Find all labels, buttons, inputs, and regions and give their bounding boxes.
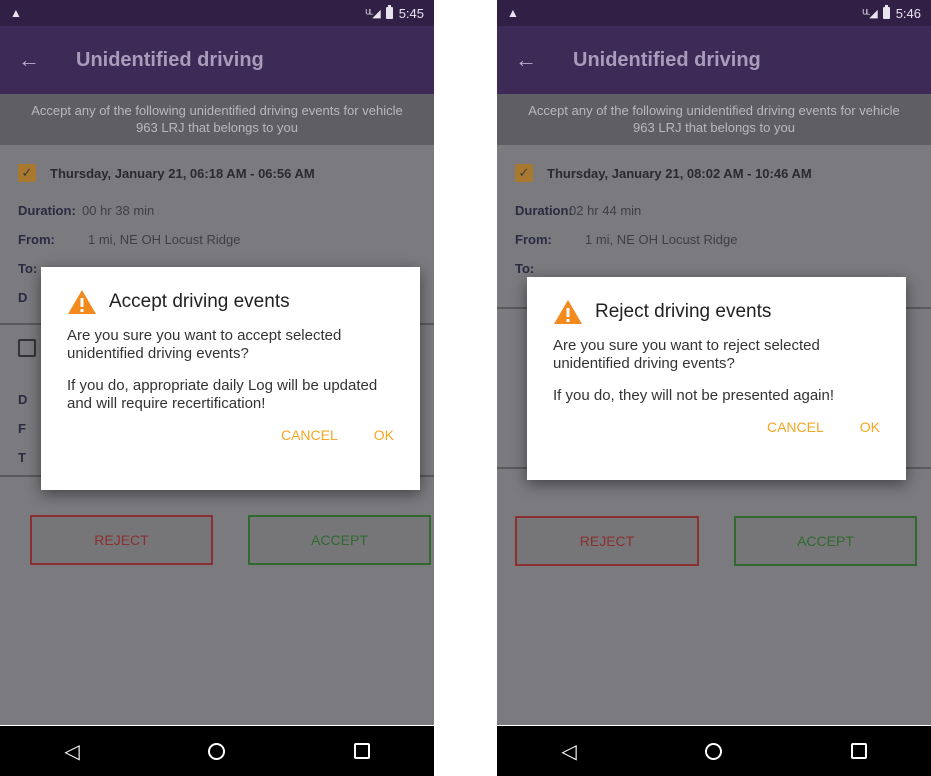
reject-confirm-dialog: Reject driving events Are you sure you w… <box>527 277 906 480</box>
nav-back-icon[interactable]: ◁ <box>64 739 79 764</box>
status-bar: ▲ ᵁᴸ◢ 5:45 <box>0 0 434 26</box>
dialog-title: Accept driving events <box>109 291 290 312</box>
accept-confirm-dialog: Accept driving events Are you sure you w… <box>41 267 420 490</box>
system-nav-bar: ◁ <box>497 726 931 776</box>
warning-notification-icon: ▲ <box>10 6 22 20</box>
event-checkbox[interactable] <box>18 339 36 357</box>
page-title: Unidentified driving <box>76 48 264 71</box>
accept-button[interactable]: ACCEPT <box>248 515 431 565</box>
nav-back-icon[interactable]: ◁ <box>561 739 576 764</box>
ok-button[interactable]: OK <box>860 419 880 435</box>
status-time: 5:45 <box>398 5 424 21</box>
phone-screen-reject: ▲ ᵁᴸ◢ 5:46 ← Unidentified driving Accept… <box>497 0 931 776</box>
from-label: From: <box>515 232 552 247</box>
back-arrow-icon[interactable]: ← <box>515 47 555 73</box>
from-value: 1 mi, NE OH Locust Ridge <box>88 232 241 247</box>
status-indicators: ᵁᴸ◢ 5:45 <box>365 5 424 21</box>
status-time: 5:46 <box>895 5 921 21</box>
duration-value: 00 hr 38 min <box>82 203 155 218</box>
event-checkbox[interactable]: ✓ <box>18 164 36 182</box>
app-bar: ← Unidentified driving <box>0 26 434 94</box>
signal-icon: ᵁᴸ◢ <box>862 7 878 20</box>
app-bar: ← Unidentified driving <box>497 26 931 94</box>
event-time-range: Thursday, January 21, 08:02 AM - 10:46 A… <box>547 165 812 181</box>
phone-screen-accept: ▲ ᵁᴸ◢ 5:45 ← Unidentified driving Accept… <box>0 0 434 776</box>
cancel-button[interactable]: CANCEL <box>281 427 338 443</box>
from-label: From: <box>18 232 55 247</box>
nav-home-icon[interactable] <box>705 742 723 760</box>
warning-notification-icon: ▲ <box>507 6 519 20</box>
dialog-title: Reject driving events <box>595 301 772 322</box>
duration-label: Duration: <box>515 203 573 218</box>
dialog-message: Are you sure you want to reject selected… <box>553 337 820 372</box>
accept-button[interactable]: ACCEPT <box>734 516 917 566</box>
signal-icon: ᵁᴸ◢ <box>365 7 381 20</box>
cancel-button[interactable]: CANCEL <box>767 419 824 435</box>
dialog-message: Are you sure you want to accept selected… <box>67 327 342 362</box>
warning-icon <box>67 289 97 315</box>
back-arrow-icon[interactable]: ← <box>18 47 58 73</box>
duration-label: Duration: <box>18 203 76 218</box>
from-value: 1 mi, NE OH Locust Ridge <box>585 232 738 247</box>
battery-icon <box>882 5 890 19</box>
nav-recent-apps-icon[interactable] <box>353 743 370 759</box>
nav-home-icon[interactable] <box>208 742 226 760</box>
reject-button[interactable]: REJECT <box>515 516 699 566</box>
dialog-message-note: If you do, they will not be presented ag… <box>553 387 835 404</box>
info-banner: Accept any of the following unidentified… <box>497 94 931 145</box>
battery-icon <box>385 5 393 19</box>
event-checkbox[interactable]: ✓ <box>515 164 533 182</box>
warning-icon <box>553 299 583 325</box>
page-title: Unidentified driving <box>573 48 761 71</box>
info-banner: Accept any of the following unidentified… <box>0 94 434 145</box>
status-bar: ▲ ᵁᴸ◢ 5:46 <box>497 0 931 26</box>
to-label: To: <box>515 261 535 276</box>
reject-button[interactable]: REJECT <box>30 515 213 565</box>
status-indicators: ᵁᴸ◢ 5:46 <box>862 5 921 21</box>
driving-event-item: ✓ Thursday, January 21, 08:02 AM - 10:46… <box>497 145 931 283</box>
duration-value: 02 hr 44 min <box>569 203 642 218</box>
dialog-message-note: If you do, appropriate daily Log will be… <box>67 377 378 412</box>
ok-button[interactable]: OK <box>374 427 394 443</box>
nav-recent-apps-icon[interactable] <box>850 743 867 759</box>
system-nav-bar: ◁ <box>0 726 434 776</box>
event-time-range: Thursday, January 21, 06:18 AM - 06:56 A… <box>50 165 315 181</box>
